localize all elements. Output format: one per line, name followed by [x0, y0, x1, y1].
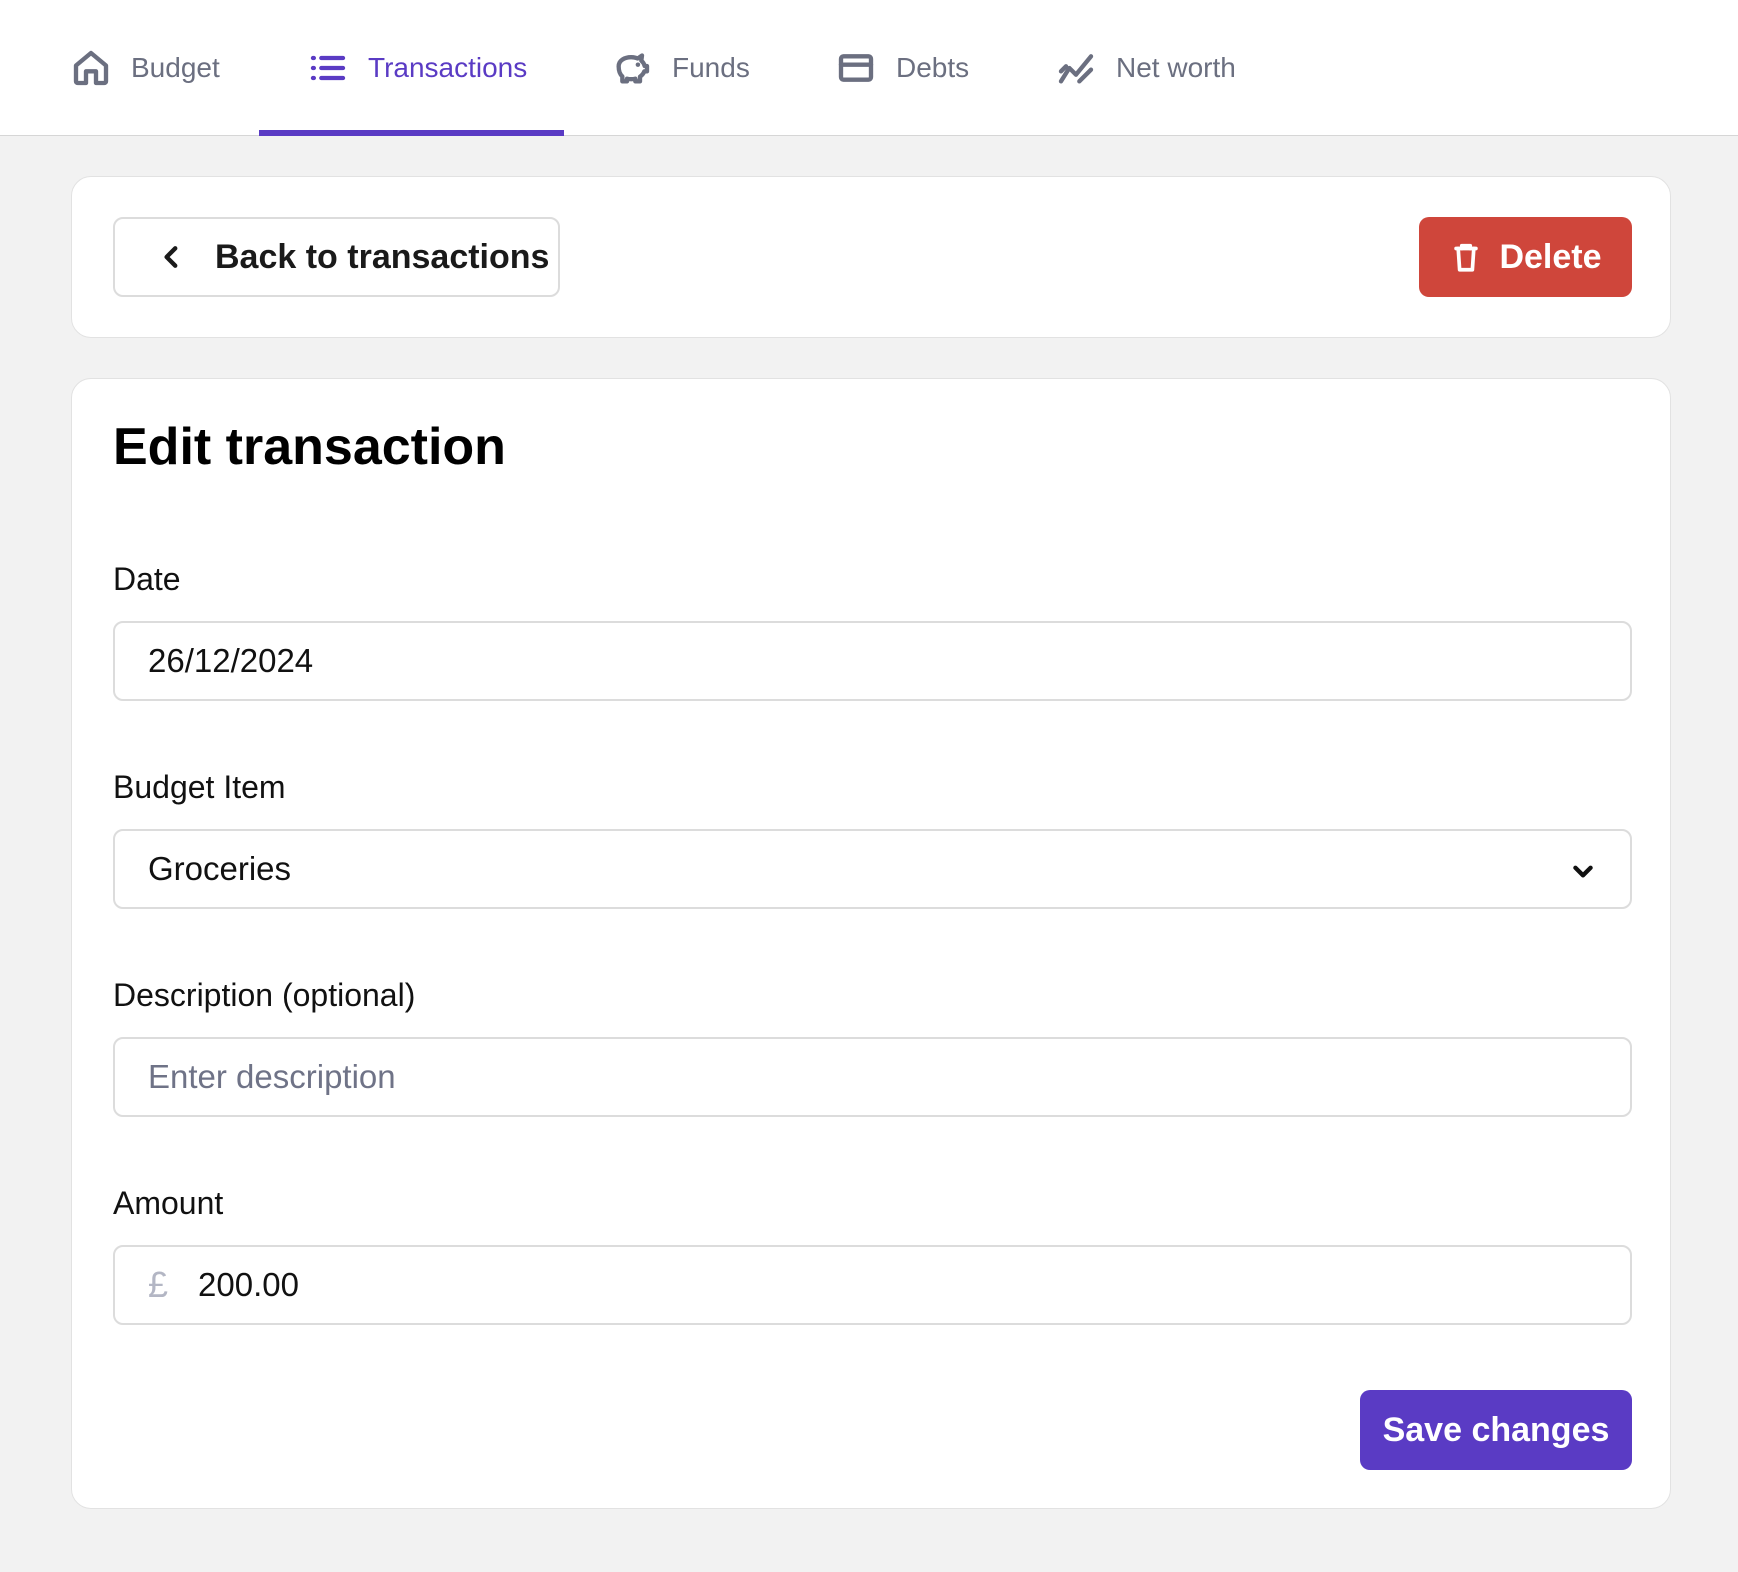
top-navigation: Budget Transactions Funds Debts Net wort…	[0, 0, 1738, 136]
amount-field[interactable]: £ 200.00	[113, 1245, 1632, 1325]
delete-button[interactable]: Delete	[1419, 217, 1632, 297]
back-button-label: Back to transactions	[215, 237, 550, 276]
budget-item-select[interactable]: Groceries	[113, 829, 1632, 909]
trend-chart-icon	[1058, 54, 1094, 84]
budget-item-value: Groceries	[148, 850, 292, 887]
amount-value: 200.00	[198, 1266, 299, 1303]
tab-funds[interactable]: Funds	[612, 0, 750, 136]
credit-card-icon	[838, 54, 874, 82]
date-label: Date	[113, 561, 181, 597]
tab-budget[interactable]: Budget	[71, 0, 220, 136]
currency-symbol: £	[148, 1264, 169, 1305]
home-icon	[73, 50, 109, 86]
back-to-transactions-button[interactable]: Back to transactions	[113, 217, 560, 297]
tab-budget-label: Budget	[131, 52, 220, 83]
delete-button-label: Delete	[1499, 237, 1602, 276]
chevron-down-icon	[1573, 865, 1593, 878]
actions-card: Back to transactions Delete	[71, 176, 1671, 338]
edit-transaction-form: Edit transaction Date 26/12/2024 Budget …	[71, 378, 1671, 1509]
trash-icon	[1454, 243, 1479, 272]
piggy-bank-icon	[616, 53, 650, 84]
save-changes-button[interactable]: Save changes	[1360, 1390, 1632, 1470]
tab-funds-label: Funds	[672, 52, 750, 83]
list-icon	[310, 55, 346, 81]
date-field[interactable]: 26/12/2024	[113, 621, 1632, 701]
description-label: Description (optional)	[113, 977, 416, 1013]
page-title: Edit transaction	[113, 418, 506, 476]
description-placeholder: Enter description	[148, 1058, 396, 1095]
tab-net-worth-label: Net worth	[1116, 52, 1236, 83]
date-value: 26/12/2024	[148, 642, 314, 679]
tab-debts[interactable]: Debts	[836, 0, 969, 136]
tab-transactions[interactable]: Transactions	[308, 0, 527, 136]
tab-debts-label: Debts	[896, 52, 970, 83]
budget-item-label: Budget Item	[113, 769, 286, 805]
active-tab-indicator	[259, 130, 564, 136]
tab-transactions-label: Transactions	[368, 52, 528, 83]
tab-net-worth[interactable]: Net worth	[1056, 0, 1236, 136]
chevron-left-icon	[164, 246, 178, 268]
description-field[interactable]: Enter description	[113, 1037, 1632, 1117]
save-button-label: Save changes	[1382, 1410, 1610, 1449]
amount-label: Amount	[113, 1185, 224, 1221]
